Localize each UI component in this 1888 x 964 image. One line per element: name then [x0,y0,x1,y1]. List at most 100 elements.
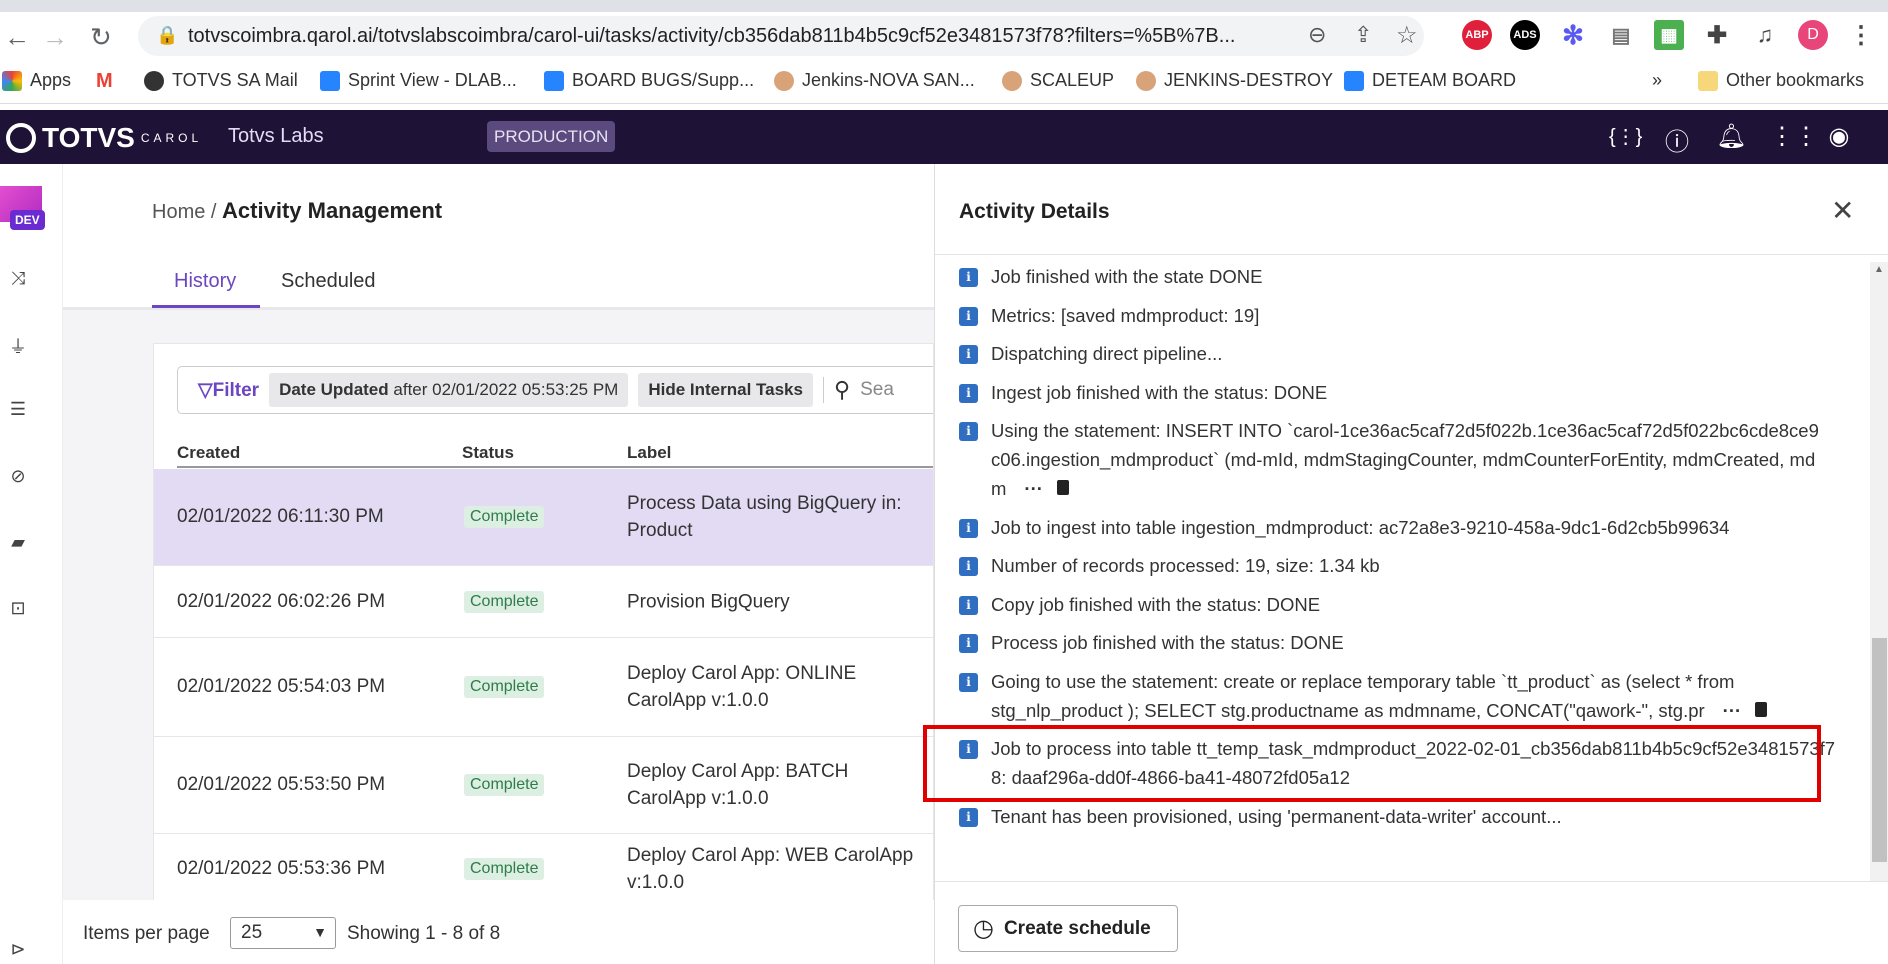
plug-icon[interactable]: ⏚ [8,333,28,359]
zoom-icon[interactable]: ⊖ [1308,22,1326,48]
dev-badge: DEV [10,210,45,230]
share-icon[interactable]: ⇪ [1354,22,1372,48]
kebab-menu-icon[interactable]: ⋮ [1846,20,1876,50]
table-row[interactable]: 02/01/2022 06:02:26 PM Complete Provision … [154,566,933,638]
adblock-icon[interactable]: ABP [1462,20,1492,50]
cell-label: Deploy Carol App: ONLINE CarolApp v:1.0.… [627,663,857,711]
chat-icon[interactable]: ▰ [8,532,28,553]
bookmark-jenkins-destroy[interactable]: JENKINS-DESTROY [1136,70,1333,91]
copy-icon[interactable] [1755,701,1768,717]
bookmark-totvs-mail[interactable]: TOTVS SA Mail [144,70,298,91]
bookmark-label: JENKINS-DESTROY [1164,70,1334,90]
totvs-icon [144,70,164,91]
bookmark-board-bugs[interactable]: BOARD BUGS/Supp... [544,70,754,91]
items-per-page-select[interactable]: 25 ▼ [230,917,336,949]
log-item: i Going to use the statement: create or r… [959,667,1839,725]
environment-badge: PRODUCTION [487,121,616,152]
bookmark-scaleup[interactable]: SCALEUP [1002,70,1114,91]
breadcrumb-home[interactable]: Home / [152,201,216,223]
log-item: i Process job finished with the status: D… [959,628,1859,657]
bookmark-sprint-view[interactable]: Sprint View - DLAB... [320,70,517,91]
status-badge: Complete [464,857,545,880]
bookmark-label: Sprint View - DLAB... [348,70,517,90]
status-badge: Complete [464,590,545,613]
ads-icon[interactable]: ADS [1510,20,1540,50]
log-item: i Copy job finished with the status: DONE [959,590,1859,619]
cell-created: 02/01/2022 05:54:03 PM [177,676,386,697]
expand-more-button[interactable]: ··· [1723,696,1741,725]
scroll-up-icon[interactable]: ▲ [1874,264,1884,275]
star-icon[interactable]: ☆ [1396,21,1418,50]
bookmark-deteam-board[interactable]: DETEAM BOARD [1344,70,1516,91]
bell-icon[interactable]: 🔔︎ [1716,122,1746,151]
column-header-label[interactable]: Label [627,443,671,463]
extensions-puzzle-icon[interactable]: ✚ [1702,20,1732,50]
org-name[interactable]: Totvs Labs [228,125,324,148]
left-sidebar: DEV ⤨ ⏚ ☰ ⊘ ▰ ⊡ ⊳ [0,164,63,964]
copy-icon[interactable] [1056,480,1069,495]
back-icon[interactable]: ← [4,22,30,53]
column-header-status[interactable]: Status [462,443,514,463]
info-icon: i [959,807,978,827]
log-text: Using the statement: INSERT INTO `carol-… [991,420,1819,499]
browser-toolbar: ← → ↻ 🔒 totvscoimbra.qarol.ai/totvslabsc… [0,12,1888,60]
bookmarks-overflow[interactable]: » [1652,70,1662,91]
filter-label: Filter [212,379,260,401]
jenkins-icon [1002,70,1022,91]
help-icon[interactable]: ⓘ [1662,122,1692,157]
scrollbar[interactable]: ▲ [1870,262,1888,882]
url-text[interactable]: totvscoimbra.qarol.ai/totvslabscoimbra/c… [188,25,1235,48]
create-schedule-button[interactable]: ◷ Create schedule [958,905,1178,952]
profile-avatar[interactable]: D [1798,20,1828,50]
clock-icon: ◷ [973,915,994,942]
lock-icon: 🔒 [156,25,179,45]
asterisk-extension-icon[interactable]: ✻ [1558,20,1588,50]
bookmark-label: TOTVS SA Mail [172,70,298,90]
scrollbar-thumb[interactable] [1872,638,1887,862]
chip-value: after 02/01/2022 05:53:25 PM [393,380,619,399]
log-text: Job finished with the state DONE [991,266,1263,287]
column-header-created[interactable]: Created [177,443,240,463]
panel-title: Activity Details [959,200,1110,223]
address-bar[interactable]: 🔒 totvscoimbra.qarol.ai/totvslabscoimbra… [138,16,1424,56]
apps-grid-icon[interactable]: ⋮⋮ [1770,122,1818,151]
media-icon[interactable]: ♫ [1750,20,1780,50]
expand-more-button[interactable]: ··· [1024,474,1042,503]
user-account-icon[interactable]: ◉ [1824,122,1854,151]
table-row[interactable]: 02/01/2022 05:54:03 PM Complete Deploy Car… [154,638,933,737]
xls-extension-icon[interactable]: ▤ [1606,20,1636,50]
cell-label: Deploy Carol App: WEB CarolApp v:1.0.0 [627,844,914,893]
jira-icon [1344,70,1364,91]
table-row[interactable]: 02/01/2022 06:11:30 PM Complete Process Da… [154,469,933,566]
filter-chip-date-updated[interactable]: Date Updated after 02/01/2022 05:53:25 P… [269,373,629,407]
filter-chip-hide-internal[interactable]: Hide Internal Tasks [638,373,813,407]
bookmark-apps[interactable]: Apps [2,70,71,91]
bookmark-label: SCALEUP [1030,70,1115,90]
log-item: i Dispatching direct pipeline... [959,339,1859,368]
gmail-icon: M [96,70,113,92]
sheets-extension-icon[interactable]: ▦ [1654,20,1684,50]
divider [935,881,1888,882]
filter-bar: ▽Filter Date Updated after 02/01/2022 05… [177,366,933,414]
pipeline-icon[interactable]: ⤨ [8,268,28,289]
table-row[interactable]: 02/01/2022 05:53:50 PM Complete Deploy Car… [154,737,933,834]
tab-scheduled[interactable]: Scheduled [281,270,376,293]
table-row[interactable]: 02/01/2022 05:53:36 PM Complete Deploy Car… [154,834,933,902]
search-input[interactable]: Sea [860,379,894,401]
totvs-carol-logo[interactable]: TOTVS CAROL [6,122,202,154]
forward-icon[interactable]: → [42,22,68,53]
database-icon[interactable]: ☰ [8,399,28,420]
api-braces-icon[interactable]: {⋮} [1609,124,1642,149]
other-bookmarks[interactable]: Other bookmarks [1698,70,1864,91]
tab-history[interactable]: History [174,270,236,293]
expand-sidebar-icon[interactable]: ⊳ [8,939,28,960]
compass-icon[interactable]: ⊘ [8,466,28,487]
filter-button[interactable]: ▽Filter [198,379,259,402]
close-icon[interactable]: ✕ [1831,194,1854,227]
cell-label: Process Data using BigQuery in: Product [627,493,902,541]
log-text: Number of records processed: 19, size: 1… [991,555,1380,576]
scheduled-tasks-icon[interactable]: ⊡ [8,598,28,619]
bookmark-jenkins-nova[interactable]: Jenkins-NOVA SAN... [774,70,975,91]
bookmark-gmail[interactable]: M [96,70,113,93]
reload-icon[interactable]: ↻ [90,22,112,53]
